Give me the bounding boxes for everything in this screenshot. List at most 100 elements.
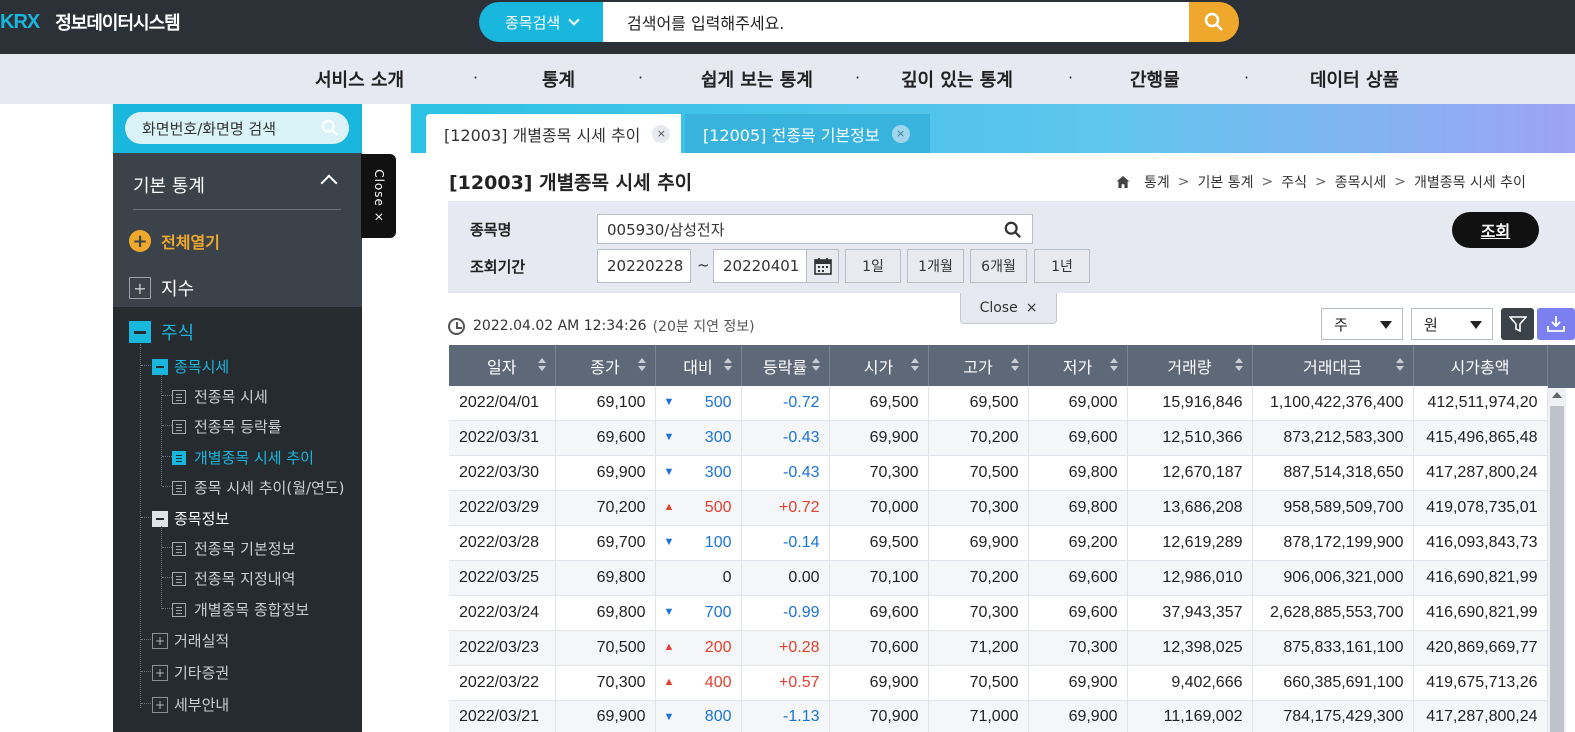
menu-label: 전종목 시세 (194, 388, 268, 406)
sort-icon[interactable] (1010, 358, 1019, 371)
unit-select[interactable]: 주 (1321, 308, 1403, 340)
cell-close: 70,200 (555, 490, 656, 527)
breadcrumb-item[interactable]: 통계 (1144, 172, 1170, 192)
sidebar-group-price[interactable]: 종목시세 (152, 356, 229, 377)
cell-low: 69,900 (1028, 665, 1128, 701)
breadcrumb-item[interactable]: 기본 통계 (1198, 172, 1254, 192)
menu-stock-trend-monthly[interactable]: 종목 시세 추이(월/연도) (172, 477, 345, 498)
column-header-high[interactable]: 고가 (928, 345, 1029, 386)
change-value: 300 (704, 429, 732, 447)
column-header-mcap[interactable]: 시가총액 (1413, 345, 1548, 386)
cell-amount: 2,628,885,553,700 (1252, 595, 1414, 631)
cell-amount: 906,006,321,000 (1252, 560, 1414, 596)
table-row: 2022/03/24 69,800 ▼ 700 -0.99 69,600 70,300 69,… (449, 595, 1548, 631)
logo-krx-text: KRX (0, 10, 40, 33)
sort-icon[interactable] (811, 358, 820, 371)
sidebar-group-other-securities[interactable]: + 기타증권 (152, 662, 229, 683)
table-header-row: 일자 종가 대비 등락률 시가 고가 저가 거래량 거래대금 시가총액 (449, 345, 1548, 386)
calendar-button[interactable] (806, 249, 839, 283)
filter-close-button[interactable]: Close × (960, 293, 1057, 324)
sidebar-search-area: 화면번호/화면명 검색 (113, 104, 362, 153)
breadcrumb-item[interactable]: 개별종목 시세 추이 (1414, 172, 1526, 192)
scroll-up-icon[interactable] (1552, 392, 1562, 398)
tree-branch (162, 547, 172, 548)
column-header-close[interactable]: 종가 (555, 345, 656, 386)
sort-icon[interactable] (637, 358, 646, 371)
krx-logo[interactable]: KRX 정보데이터시스템 (0, 6, 181, 38)
column-header-low[interactable]: 저가 (1028, 345, 1128, 386)
menu-all-stock-price[interactable]: 전종목 시세 (172, 386, 268, 407)
tree-branch (141, 671, 151, 672)
close-icon[interactable]: × (891, 124, 910, 143)
date-from-value: 20220228 (607, 257, 684, 275)
nav-publications[interactable]: 간행물 (1130, 66, 1180, 92)
tab-12003[interactable]: [12003] 개별종목 시세 추이 × (426, 114, 681, 153)
sidebar-item-index[interactable]: + 지수 (129, 275, 194, 301)
sort-icon[interactable] (910, 358, 919, 371)
breadcrumb-item[interactable]: 종목시세 (1335, 172, 1387, 192)
sidebar-group-trading[interactable]: + 거래실적 (152, 630, 229, 651)
menu-all-stock-designation[interactable]: 전종목 지정내역 (172, 568, 295, 589)
download-button[interactable] (1537, 308, 1575, 340)
column-header-change[interactable]: 대비 (655, 345, 742, 386)
date-to-input[interactable]: 20220401 (713, 249, 807, 283)
filter-button[interactable] (1501, 308, 1534, 340)
column-header-amount[interactable]: 거래대금 (1252, 345, 1414, 386)
nav-data-products[interactable]: 데이터 상품 (1310, 66, 1399, 92)
sidebar-item-stock[interactable]: 주식 (129, 319, 194, 345)
sort-icon[interactable] (537, 358, 546, 371)
nav-easy-statistics[interactable]: 쉽게 보는 통계 (701, 66, 813, 92)
menu-all-stock-change-rate[interactable]: 전종목 등락률 (172, 416, 282, 437)
sidebar-group-details[interactable]: + 세부안내 (152, 694, 229, 715)
search-button[interactable] (1189, 2, 1239, 42)
nav-deep-statistics[interactable]: 깊이 있는 통계 (901, 66, 1013, 92)
sidebar-group-info[interactable]: 종목정보 (152, 508, 229, 529)
minus-box-icon (129, 321, 151, 343)
sort-icon[interactable] (723, 358, 732, 371)
sort-icon[interactable] (1234, 358, 1243, 371)
date-from-input[interactable]: 20220228 (597, 249, 691, 283)
sort-icon[interactable] (1109, 358, 1118, 371)
period-6m-button[interactable]: 6개월 (970, 249, 1027, 283)
cell-mcap: 416,690,821,99 (1413, 560, 1548, 596)
table-row: 2022/03/22 70,300 ▲ 400 +0.57 69,900 70,500 69,… (449, 665, 1548, 701)
change-value: 500 (704, 499, 732, 517)
column-header-volume[interactable]: 거래량 (1127, 345, 1253, 386)
cell-close: 69,900 (555, 455, 656, 492)
column-header-rate[interactable]: 등락률 (741, 345, 830, 386)
cell-open: 70,900 (829, 700, 929, 732)
expand-all-button[interactable]: + 전체열기 (129, 229, 220, 253)
query-button[interactable]: 조회 (1452, 212, 1539, 248)
menu-search-input[interactable]: 화면번호/화면명 검색 (125, 112, 349, 144)
period-1y-button[interactable]: 1년 (1034, 249, 1090, 283)
column-header-date[interactable]: 일자 (449, 345, 556, 386)
close-icon[interactable]: × (652, 124, 671, 143)
column-header-open[interactable]: 시가 (829, 345, 929, 386)
menu-all-stock-basic-info[interactable]: 전종목 기본정보 (172, 538, 295, 559)
table-row: 2022/04/01 69,100 ▼ 500 -0.72 69,500 69,500 69,… (449, 386, 1548, 422)
stock-name-input[interactable]: 005930/삼성전자 (597, 214, 1033, 244)
nav-statistics[interactable]: 통계 (542, 66, 575, 92)
sort-icon[interactable] (1395, 358, 1404, 371)
breadcrumb-item[interactable]: 주식 (1281, 172, 1307, 192)
menu-individual-stock-trend[interactable]: 개별종목 시세 추이 (172, 447, 314, 468)
period-1m-button[interactable]: 1개월 (907, 249, 964, 283)
menu-individual-stock-summary[interactable]: 개별종목 종합정보 (172, 599, 309, 620)
search-icon[interactable] (1004, 221, 1022, 239)
period-1d-button[interactable]: 1일 (845, 249, 901, 283)
home-icon[interactable] (1116, 176, 1130, 188)
search-type-dropdown[interactable]: 종목검색 (479, 2, 605, 42)
column-header-label: 저가 (1062, 357, 1093, 377)
table-scrollbar[interactable] (1548, 388, 1566, 732)
chevron-up-icon[interactable] (320, 174, 338, 192)
scroll-thumb[interactable] (1550, 406, 1564, 732)
search-icon[interactable] (321, 119, 339, 137)
sidebar-close-button[interactable]: Close × (361, 154, 396, 238)
nav-service-intro[interactable]: 서비스 소개 (315, 66, 404, 92)
currency-select[interactable]: 원 (1411, 308, 1493, 340)
search-input[interactable]: 검색어를 입력해주세요. (603, 2, 1190, 42)
tab-12005[interactable]: [12005] 전종목 기본정보 × (685, 114, 930, 153)
tree-branch (141, 517, 151, 518)
column-header-label: 고가 (963, 357, 993, 377)
cell-volume: 37,943,357 (1127, 595, 1253, 631)
